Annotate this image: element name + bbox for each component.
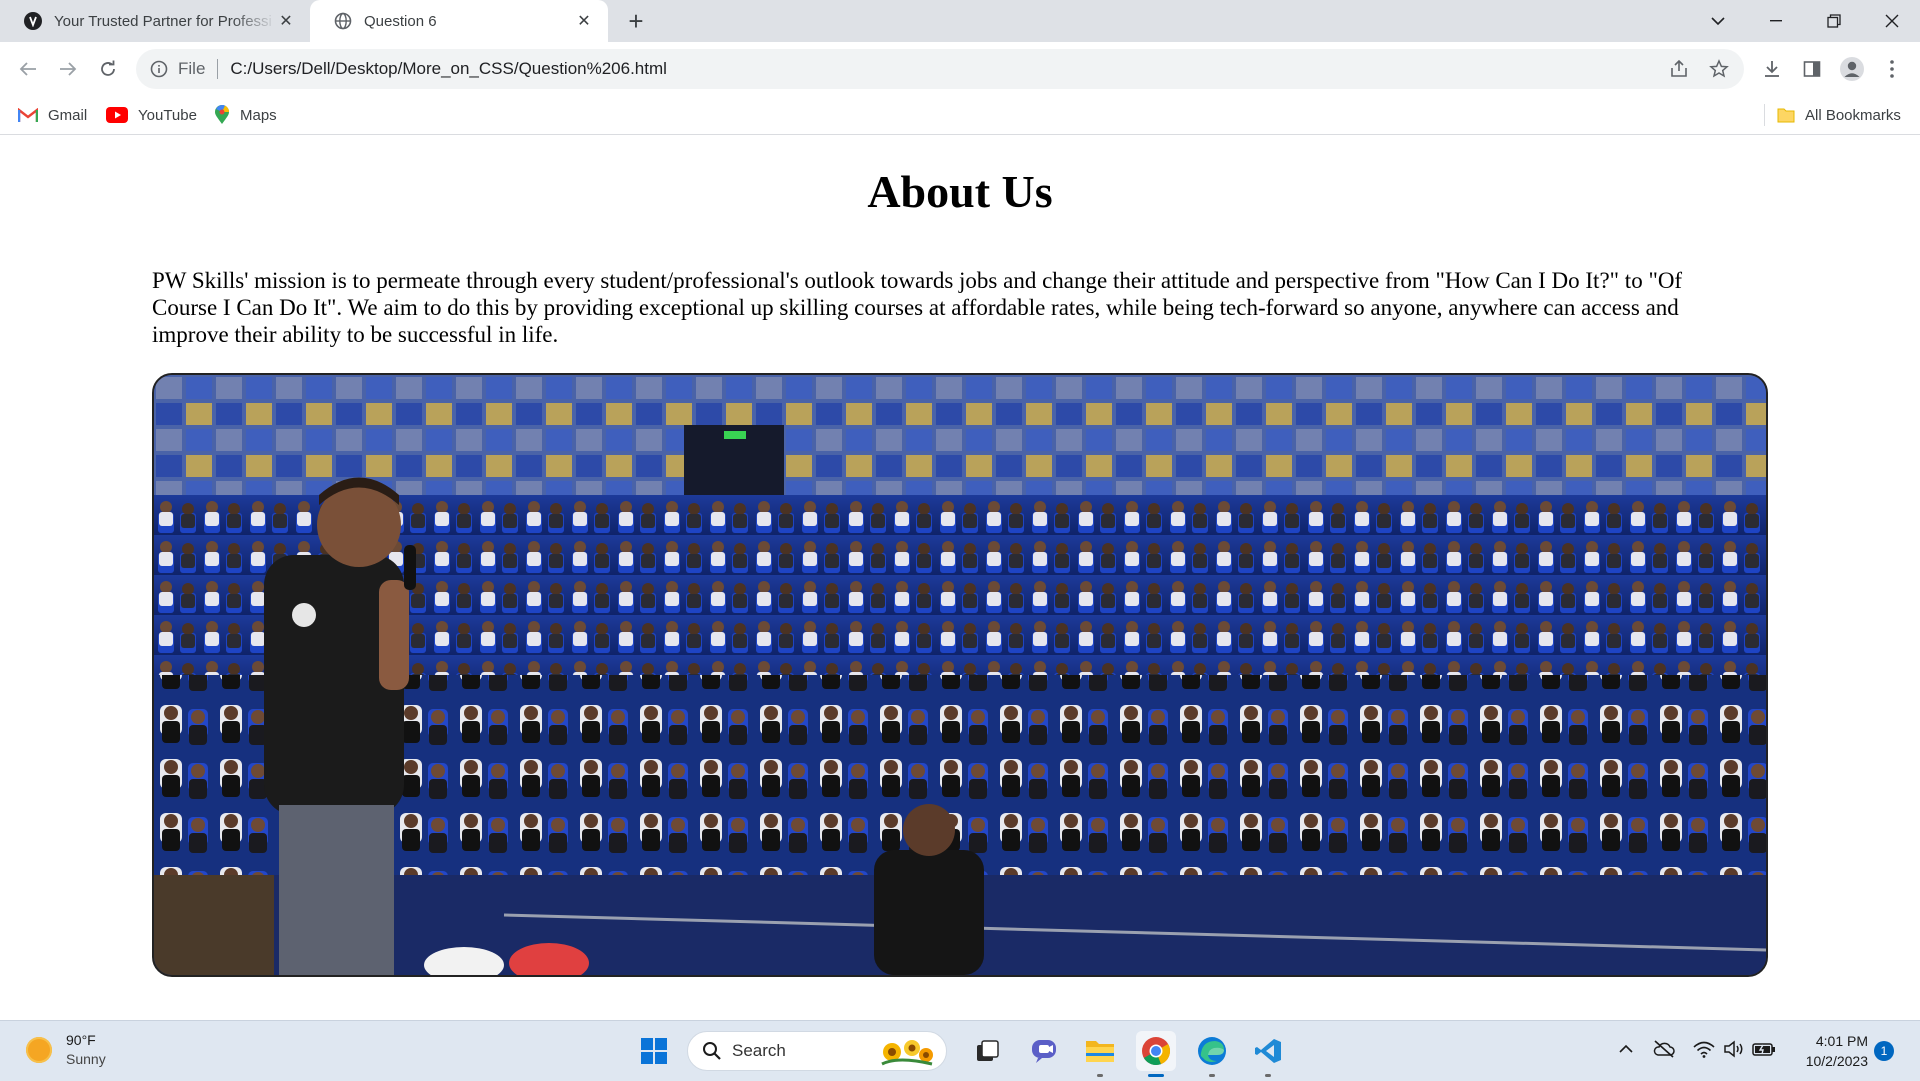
active-indicator [1148, 1074, 1164, 1077]
windows-taskbar: 90°F Sunny Search 4:01 PM 10/2/2023 1 [0, 1020, 1920, 1081]
bookmark-star-icon[interactable] [1702, 49, 1736, 89]
clock-time: 4:01 PM [1815, 1033, 1868, 1049]
bookmarks-bar: Gmail YouTube Maps All Bookmarks [0, 96, 1920, 135]
search-label: Search [732, 1041, 786, 1060]
download-icon[interactable] [1756, 53, 1788, 85]
taskbar-search-box[interactable]: Search [687, 1031, 947, 1071]
circle-logo-icon [24, 12, 42, 30]
task-view-button[interactable] [968, 1031, 1008, 1071]
bookmark-gmail[interactable]: Gmail [18, 104, 87, 126]
minimize-button[interactable] [1752, 0, 1800, 42]
address-bar[interactable]: File C:/Users/Dell/Desktop/More_on_CSS/Q… [136, 49, 1744, 89]
youtube-icon [106, 107, 128, 123]
close-window-button[interactable] [1868, 0, 1916, 42]
running-indicator [1209, 1074, 1215, 1077]
mission-paragraph: PW Skills' mission is to permeate throug… [152, 268, 1683, 347]
notification-badge[interactable]: 1 [1874, 1041, 1894, 1061]
bookmark-label: Gmail [48, 106, 88, 124]
close-tab-icon[interactable]: ✕ [574, 11, 594, 31]
bookmark-label: Maps [240, 106, 277, 124]
tab-title: Your Trusted Partner for Professi [54, 12, 272, 30]
bookmark-maps[interactable]: Maps [214, 104, 277, 126]
search-icon [702, 1041, 722, 1061]
forward-button[interactable] [52, 53, 84, 85]
tab-search-chevron-icon[interactable] [1694, 0, 1742, 42]
cloud-sync-off-icon[interactable] [1652, 1037, 1676, 1061]
sun-icon [26, 1037, 52, 1063]
share-icon[interactable] [1662, 49, 1696, 89]
battery-charging-icon[interactable] [1752, 1037, 1776, 1061]
tab-strip: Your Trusted Partner for Professi ✕ Ques… [0, 0, 1920, 42]
bookmark-youtube[interactable]: YouTube [106, 104, 197, 126]
tab-title: Question 6 [364, 12, 437, 30]
gmail-icon [18, 107, 38, 123]
folder-icon [1777, 107, 1795, 123]
chrome-taskbar-button[interactable] [1136, 1031, 1176, 1077]
tab-professional-partner[interactable]: Your Trusted Partner for Professi ✕ [0, 0, 310, 42]
reload-button[interactable] [92, 53, 124, 85]
all-bookmarks-label: All Bookmarks [1805, 106, 1901, 124]
vscode-taskbar-button[interactable] [1248, 1031, 1288, 1077]
tab-question-6[interactable]: Question 6 ✕ [310, 0, 608, 42]
close-tab-icon[interactable]: ✕ [276, 11, 296, 31]
side-panel-icon[interactable] [1796, 53, 1828, 85]
weather-temp: 90°F [66, 1032, 96, 1048]
running-indicator [1097, 1074, 1103, 1077]
show-hidden-icons-chevron-icon[interactable] [1614, 1037, 1638, 1061]
site-info-icon[interactable] [150, 60, 168, 78]
auditorium-photo [152, 373, 1768, 977]
url-scheme-label: File [178, 59, 206, 78]
scheme-separator [217, 59, 219, 79]
back-button[interactable] [12, 53, 44, 85]
page-content: About Us PW Skills' mission is to permea… [0, 135, 1920, 1019]
volume-icon[interactable] [1722, 1037, 1746, 1061]
bookmark-label: YouTube [138, 106, 197, 124]
restore-button[interactable] [1810, 0, 1858, 42]
maps-pin-icon [214, 105, 230, 125]
start-button[interactable] [634, 1031, 674, 1071]
url-text[interactable]: C:/Users/Dell/Desktop/More_on_CSS/Questi… [230, 59, 667, 79]
profile-avatar-icon[interactable] [1836, 53, 1868, 85]
menu-kebab-icon[interactable] [1876, 53, 1908, 85]
edge-taskbar-button[interactable] [1192, 1031, 1232, 1077]
wifi-icon[interactable] [1692, 1037, 1716, 1061]
globe-icon [334, 12, 352, 30]
weather-condition: Sunny [66, 1051, 106, 1067]
system-clock[interactable]: 4:01 PM 10/2/2023 [1784, 1031, 1868, 1071]
new-tab-button[interactable]: + [622, 8, 650, 34]
page-title: About Us [867, 166, 1053, 217]
flowers-highlight-icon [878, 1036, 936, 1066]
weather-widget[interactable]: 90°F Sunny [26, 1031, 106, 1069]
clock-date: 10/2/2023 [1805, 1053, 1868, 1069]
running-indicator [1265, 1074, 1271, 1077]
teams-chat-button[interactable] [1024, 1031, 1064, 1071]
all-bookmarks-button[interactable]: All Bookmarks [1764, 104, 1901, 126]
browser-toolbar: File C:/Users/Dell/Desktop/More_on_CSS/Q… [0, 42, 1920, 96]
file-explorer-button[interactable] [1080, 1031, 1120, 1077]
